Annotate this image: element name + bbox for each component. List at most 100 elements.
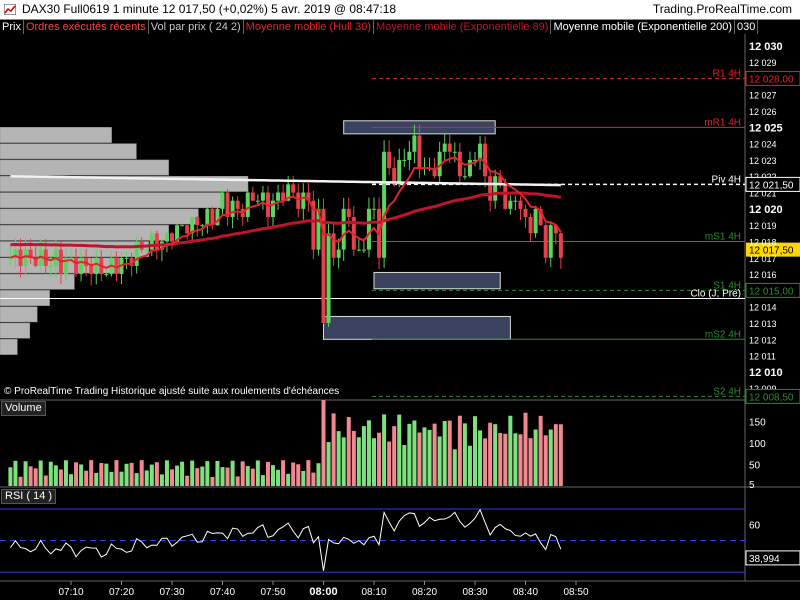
volume-bar [316,463,321,486]
candle-body [119,257,124,275]
price-zone-box [343,120,496,135]
volume-bar [442,421,447,486]
candle-body [190,217,195,234]
rsi-line [9,508,562,571]
candle-body [427,168,432,170]
volume-profile-bar [0,208,199,225]
volume-bar [281,460,286,486]
legend-item-ema89[interactable]: Moyenne mobile (Exponentielle 89) [374,20,552,34]
volume-bar [230,460,235,486]
candle-body [558,233,563,258]
y-tick-label: 12 010 [749,367,783,379]
volume-bar [286,473,291,486]
candle-body [346,208,351,217]
y-tick-label: 12 027 [749,91,777,101]
y-tick-label: 12 026 [749,107,777,117]
candle-body [457,151,462,177]
volume-profile-bar [0,159,169,176]
candle-body [149,233,154,250]
price-zone-box [323,315,511,340]
legend-item-orders[interactable]: Ordres exécutés récents [24,20,149,34]
candle-body [291,184,296,193]
candle-body [447,143,452,152]
candle-body [79,257,84,275]
volume-bar [129,462,134,486]
pivot-label: mS2 4H [705,329,741,340]
x-tick-label: 07:50 [260,587,285,598]
volume-bar [53,465,58,486]
candle-body [382,151,387,258]
pivot-badge-label: 12 028,00 [749,74,794,85]
x-tick-label: 07:10 [58,587,83,598]
volume-bar [291,462,296,486]
candle-body [452,151,457,153]
candle-body [43,249,48,266]
legend-item-price[interactable]: Prix [0,20,24,34]
x-tick-label: 08:30 [462,587,487,598]
candle-body [104,274,109,276]
volume-bar [154,462,159,486]
candle-body [175,225,180,242]
volume-bar [74,462,79,486]
pivot-label: S2 4H [713,386,741,397]
legend-item-volume-profile[interactable]: Vol par prix ( 24 2) [149,20,244,34]
volume-bar [69,474,73,486]
candle-body [493,176,498,201]
candle-body [195,217,200,226]
x-tick-label: 07:30 [159,587,184,598]
volume-bar [493,424,498,486]
volume-bar [387,441,392,486]
rsi-last-label: 38,994 [749,554,780,565]
volume-bar [377,432,382,486]
legend-item-hull[interactable]: Moyenne mobile (Hull 30) [244,20,375,34]
volume-bar [538,415,543,486]
candle-body [462,176,467,178]
candle-body [432,168,437,177]
candle-body [28,249,33,258]
legend-item-ema200[interactable]: Moyenne mobile (Exponentielle 200) [551,20,736,34]
volume-bar [533,429,538,486]
candle-body [321,208,326,323]
price-chart[interactable]: R1 4H mR1 4H Piv 4H mS1 4H S1 4HClo (J, Pré)… [0,0,800,600]
y-tick-label: 12 023 [749,156,777,166]
candle-body [523,208,528,217]
candle-body [63,257,68,275]
volume-pane-title[interactable]: Volume [1,401,46,416]
candle-body [392,168,397,185]
volume-bar [392,426,397,486]
candle-body [412,135,417,152]
candle-body [417,135,422,169]
volume-profile-bar [0,175,249,192]
title-bar: DAX30 Full0619 1 minute 12 017,50 (+0,02… [0,0,800,20]
candle-body [48,265,53,267]
volume-bar [13,460,18,486]
pivot-label: mS1 4H [705,231,741,242]
pivot-badge [745,70,800,86]
candle-body [296,192,301,209]
volume-bar [422,427,427,486]
volume-bar [336,431,341,486]
volume-bar [382,414,387,486]
candle-body [301,192,306,209]
y-tick-label: 12 030 [749,41,783,53]
candle-body [69,257,73,259]
rsi-pane-title[interactable]: RSI ( 14 ) [1,489,57,504]
candle-body [331,233,336,258]
volume-bar [33,468,38,486]
ema89-line [10,191,562,249]
candle-body [129,257,134,266]
candle-body [170,233,174,242]
volume-bar [119,471,124,486]
y-tick-label: 12 012 [749,335,777,345]
candle-body [205,208,210,226]
candle-body [422,168,427,170]
volume-bar [84,470,89,486]
volume-bar [265,461,270,486]
candle-body [478,143,483,160]
volume-bar [447,420,452,486]
candle-body [18,249,23,266]
y-tick-label: 12 025 [749,122,783,134]
candle-body [437,151,442,177]
candle-body [230,200,235,217]
window-title: DAX30 Full0619 1 minute 12 017,50 (+0,02… [22,2,397,16]
